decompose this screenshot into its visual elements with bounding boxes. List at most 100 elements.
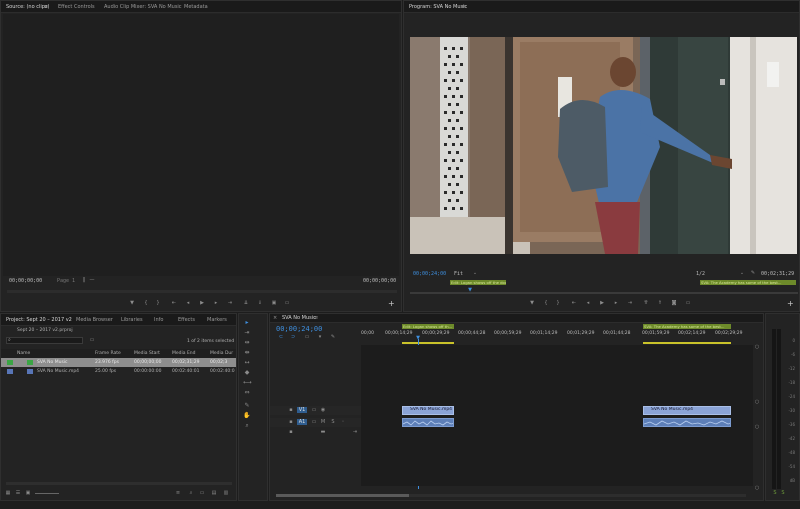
slip-icon[interactable]: ⟷ [243, 379, 252, 387]
step-back-icon[interactable]: ◂ [585, 300, 591, 306]
go-to-in-icon[interactable]: ⇤ [571, 300, 577, 306]
solo-right-button[interactable]: S [780, 490, 786, 496]
step-forward-icon[interactable]: ▸ [613, 300, 619, 306]
chevron-down-icon[interactable]: ⌄ [472, 270, 478, 276]
column-media-start[interactable]: Media Start [134, 351, 160, 356]
mark-in-icon[interactable]: ▼ [129, 300, 135, 306]
lock-icon[interactable]: ▪ [288, 429, 294, 435]
page-nav-icon[interactable]: ‖ [81, 277, 87, 283]
lock-icon[interactable]: ▦ [5, 490, 11, 496]
settings-icon[interactable]: ▭ [685, 300, 691, 306]
tab-effects[interactable]: Effects [178, 317, 195, 323]
resolution-select[interactable]: 1/2 [696, 271, 705, 277]
master-level-icon[interactable]: ▬ [320, 429, 326, 435]
step-forward-icon[interactable]: ▸ [213, 300, 219, 306]
project-scrollbar[interactable] [6, 482, 232, 485]
search-input[interactable]: ⌕ [6, 337, 83, 344]
program-marker-1[interactable]: Edit: Logan shows off the door... [450, 280, 506, 285]
marker-add-icon[interactable]: ▾ [317, 334, 323, 340]
timeline-timecode[interactable]: 00;00;24;00 [276, 325, 322, 333]
program-timecode-left[interactable]: 00;00;24;00 [413, 271, 446, 277]
new-bin-icon[interactable]: ▭ [199, 490, 205, 496]
sync-lock-icon[interactable]: ▭ [311, 419, 317, 425]
search-icon[interactable]: ⌕ [188, 490, 194, 496]
source-timecode-left[interactable]: 00;00;00;00 [9, 278, 42, 284]
tab-close-icon[interactable]: ≡ [44, 4, 48, 10]
menu-icon[interactable]: ≡ [314, 315, 318, 321]
playhead-icon[interactable]: ▼ [415, 335, 421, 341]
page-nav-icon-2[interactable]: — [89, 277, 95, 283]
slide-icon[interactable]: ⇔ [243, 389, 251, 397]
icon-view-icon[interactable]: ▣ [25, 490, 31, 496]
eye-icon[interactable]: ◉ [320, 407, 326, 413]
horizontal-scrollbar[interactable] [276, 494, 746, 497]
vertical-scroll-handle-4[interactable]: ○ [754, 485, 760, 491]
mark-in-bracket-icon[interactable]: { [543, 300, 549, 306]
source-timecode-right[interactable]: 00;00;00;00 [363, 278, 396, 284]
tab-effect-controls[interactable]: Effect Controls [58, 4, 95, 10]
hand-icon[interactable]: ✋ [243, 412, 251, 420]
lock-icon[interactable]: ▪ [288, 419, 294, 425]
settings-icon[interactable]: ▭ [284, 300, 290, 306]
table-row[interactable]: SVA No Music.mp4 25.00 fps 00:00:00:00 0… [1, 367, 236, 376]
play-icon[interactable]: ▶ [599, 300, 605, 306]
step-back-icon[interactable]: ◂ [185, 300, 191, 306]
track-select-icon[interactable]: ⇥ [243, 329, 251, 337]
playhead-icon[interactable]: ▼ [467, 287, 473, 293]
source-scrubber[interactable] [7, 290, 397, 293]
vertical-scroll-handle-3[interactable]: ○ [754, 424, 760, 430]
audio-clip-a[interactable] [402, 418, 454, 427]
zoom-icon[interactable]: ⌕ [243, 422, 251, 430]
timeline-marker-2[interactable]: SVA: The Academy has some of the best... [643, 324, 731, 329]
list-view-icon[interactable]: ☰ [15, 490, 21, 496]
table-row[interactable]: SVA No Music 23.976 fps 00;00;00;00 00;0… [1, 358, 236, 367]
nest-icon[interactable]: ▭ [304, 334, 310, 340]
wrench-icon[interactable]: ✎ [330, 334, 336, 340]
timeline-ruler[interactable]: Edit: Logan shows off th... SVA: The Aca… [361, 323, 749, 345]
go-to-out-icon[interactable]: ⇥ [227, 300, 233, 306]
insert-icon[interactable]: ⇊ [243, 300, 249, 306]
track-target-v1[interactable]: V1 [297, 407, 307, 413]
selection-tool-icon[interactable]: ▸ [243, 319, 251, 327]
zoom-slider[interactable] [35, 493, 59, 494]
video-clip-a[interactable]: SVA No Music.mp4 [402, 406, 454, 415]
tab-info[interactable]: Info [154, 317, 163, 323]
add-button-icon[interactable]: + [787, 300, 794, 308]
export-frame-icon[interactable]: ▣ [271, 300, 277, 306]
program-timecode-right[interactable]: 00;02;31;29 [761, 271, 794, 277]
column-frame-rate[interactable]: Frame Rate [95, 351, 121, 356]
go-to-out-icon[interactable]: ⇥ [627, 300, 633, 306]
mute-icon[interactable]: M [320, 419, 326, 425]
mic-icon[interactable]: ◦ [340, 419, 346, 425]
tab-audio-clip-mixer[interactable]: Audio Clip Mixer: SVA No Music [104, 4, 182, 10]
toggle-output-icon[interactable]: ▭ [311, 407, 317, 413]
trash-icon[interactable]: ▥ [223, 490, 229, 496]
timeline-marker-1[interactable]: Edit: Logan shows off th... [402, 324, 454, 329]
razor-icon[interactable]: ◆ [243, 369, 251, 377]
mark-out-bracket-icon[interactable]: } [555, 300, 561, 306]
rolling-edit-icon[interactable]: ⇼ [243, 349, 251, 357]
tab-project[interactable]: Project: Sept 20 – 2017 v2 [6, 317, 72, 323]
program-marker-2[interactable]: SVA: The Academy has some of the best... [700, 280, 796, 285]
zoom-fit-select[interactable]: Fit [454, 271, 463, 277]
chevron-down-icon-2[interactable]: ⌄ [739, 270, 745, 276]
new-item-icon[interactable]: ▤ [211, 490, 217, 496]
overwrite-icon[interactable]: ⇓ [257, 300, 263, 306]
mark-in-icon[interactable]: ▼ [529, 300, 535, 306]
tab-libraries[interactable]: Libraries [121, 317, 143, 323]
snap-icon[interactable]: ⊂ [278, 334, 284, 340]
ripple-edit-icon[interactable]: ⇹ [243, 339, 251, 347]
column-name[interactable]: Name [17, 351, 30, 356]
solo-left-button[interactable]: S [772, 490, 778, 496]
vertical-scroll-handle[interactable]: ○ [754, 344, 760, 350]
column-media-dur[interactable]: Media Dur [210, 351, 233, 356]
tab-metadata[interactable]: Metadata [184, 4, 208, 10]
lift-icon[interactable]: ⇈ [643, 300, 649, 306]
mark-out-bracket-icon[interactable]: } [155, 300, 161, 306]
rate-stretch-icon[interactable]: ↔ [243, 359, 251, 367]
go-to-in-icon[interactable]: ⇤ [171, 300, 177, 306]
add-button-icon[interactable]: + [388, 300, 395, 308]
pen-icon[interactable]: ✎ [243, 402, 251, 410]
play-icon[interactable]: ▶ [199, 300, 205, 306]
wrench-icon[interactable]: ✎ [750, 270, 756, 276]
